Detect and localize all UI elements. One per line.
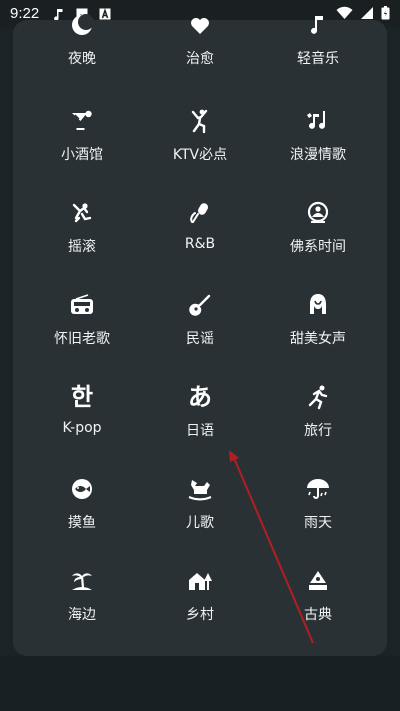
category-label: 日语: [186, 423, 214, 439]
category-light-music[interactable]: 轻音乐: [259, 12, 377, 92]
microphone-icon: [190, 203, 208, 223]
category-label: 怀旧老歌: [54, 331, 110, 347]
category-country[interactable]: 乡村: [141, 568, 259, 648]
category-label: R&B: [184, 236, 216, 252]
category-label: 旅行: [304, 423, 332, 439]
category-label: 民谣: [186, 331, 214, 347]
palm-island-icon: [72, 573, 92, 590]
category-travel[interactable]: 旅行: [259, 384, 377, 464]
category-label: 古典: [304, 607, 332, 623]
cocktail-icon: [72, 110, 92, 130]
category-label: K-pop: [62, 420, 102, 436]
category-seaside[interactable]: 海边: [23, 568, 141, 648]
category-label: KTV必点: [172, 147, 228, 163]
category-label: 摸鱼: [68, 515, 96, 531]
category-label: 儿歌: [186, 515, 214, 531]
category-slacking[interactable]: 摸鱼: [23, 476, 141, 556]
category-oldies[interactable]: 怀旧老歌: [23, 292, 141, 372]
category-night[interactable]: 夜晚: [23, 12, 141, 92]
fish-icon: [72, 479, 92, 499]
category-kpop[interactable]: 한 K-pop: [23, 384, 141, 464]
guitar-icon: [189, 294, 211, 316]
music-notes-icon: [307, 111, 325, 129]
house-tree-icon: [189, 573, 212, 590]
category-zen[interactable]: 佛系时间: [259, 200, 377, 280]
category-classical[interactable]: 古典: [259, 568, 377, 648]
category-label: 小酒馆: [61, 147, 103, 163]
category-label: 轻音乐: [297, 51, 339, 67]
category-label: 夜晚: [68, 51, 96, 67]
dancer-icon: [191, 109, 208, 134]
category-label: 摇滚: [68, 239, 96, 255]
category-tavern[interactable]: 小酒馆: [23, 108, 141, 188]
running-icon: [308, 385, 328, 410]
bottom-area: [0, 656, 400, 711]
gramophone-icon: [309, 571, 327, 590]
category-ktv[interactable]: KTV必点: [141, 108, 259, 188]
light-music-icon: [311, 16, 323, 34]
category-grid: 夜晚 治愈 轻音乐 小酒馆 KTV必点 浪漫情歌 摇滚 R&B 佛系时间 怀旧老…: [13, 14, 387, 656]
category-healing[interactable]: 治愈: [141, 12, 259, 92]
category-label: 浪漫情歌: [290, 147, 346, 163]
zen-icon: [307, 201, 329, 223]
category-rock[interactable]: 摇滚: [23, 200, 141, 280]
category-label: 治愈: [186, 51, 214, 67]
category-label: 佛系时间: [290, 239, 346, 255]
woman-icon: [310, 294, 326, 314]
umbrella-rain-icon: [307, 479, 329, 499]
category-card: 夜晚 治愈 轻音乐 小酒馆 KTV必点 浪漫情歌 摇滚 R&B 佛系时间 怀旧老…: [13, 14, 387, 656]
category-sweet-female[interactable]: 甜美女声: [259, 292, 377, 372]
rock-icon: [72, 203, 92, 223]
category-label: 乡村: [186, 607, 214, 623]
category-rainy[interactable]: 雨天: [259, 476, 377, 556]
heal-icon: [191, 18, 209, 34]
category-label: 甜美女声: [290, 331, 346, 347]
moon-icon: [72, 14, 94, 35]
category-label: 雨天: [304, 515, 332, 531]
category-romantic[interactable]: 浪漫情歌: [259, 108, 377, 188]
hiragana-icon: あ: [188, 383, 212, 411]
category-children[interactable]: 儿歌: [141, 476, 259, 556]
category-folk[interactable]: 民谣: [141, 292, 259, 372]
category-label: 海边: [68, 607, 96, 623]
category-rnb[interactable]: R&B: [141, 200, 259, 280]
battery-icon: [381, 6, 390, 20]
hangul-icon: 한: [70, 383, 94, 411]
radio-icon: [71, 294, 93, 314]
rocking-horse-icon: [188, 480, 212, 501]
category-japanese[interactable]: あ 日语: [141, 384, 259, 464]
